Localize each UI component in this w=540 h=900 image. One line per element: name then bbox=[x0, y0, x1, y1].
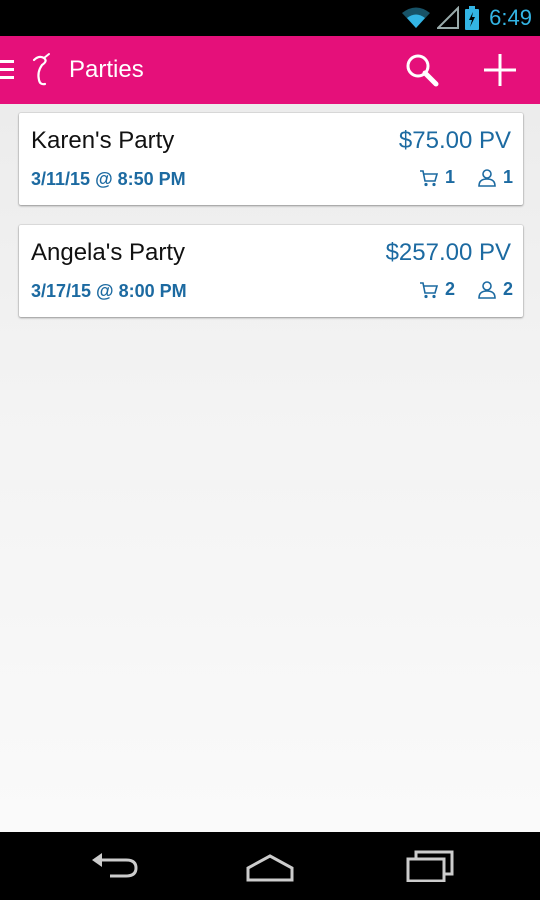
search-icon[interactable] bbox=[404, 52, 440, 88]
party-name: Angela's Party bbox=[31, 239, 185, 266]
person-icon bbox=[478, 280, 496, 299]
battery-charging-icon bbox=[465, 6, 480, 30]
party-card[interactable]: Angela's Party $257.00 PV 3/17/15 @ 8:00… bbox=[19, 225, 523, 317]
add-icon[interactable] bbox=[482, 52, 518, 88]
app-bar: Parties bbox=[0, 36, 540, 104]
status-bar: 6:49 bbox=[0, 0, 540, 36]
orders-count: 2 bbox=[444, 279, 455, 299]
cart-icon bbox=[419, 169, 439, 186]
orders-stat: 2 bbox=[419, 279, 455, 300]
party-stats: 2 2 bbox=[419, 279, 513, 300]
wifi-icon bbox=[402, 7, 431, 28]
party-pv: $257.00 PV bbox=[385, 239, 511, 266]
party-stats: 1 1 bbox=[419, 167, 513, 188]
party-name: Karen's Party bbox=[31, 127, 175, 154]
system-nav-bar bbox=[0, 832, 540, 900]
logo-icon[interactable] bbox=[30, 52, 52, 88]
guests-count: 2 bbox=[502, 279, 513, 299]
party-list: Karen's Party $75.00 PV 3/11/15 @ 8:50 P… bbox=[0, 104, 540, 832]
person-icon bbox=[478, 168, 496, 187]
orders-count: 1 bbox=[444, 167, 455, 187]
home-icon[interactable] bbox=[242, 850, 298, 882]
cart-icon bbox=[419, 281, 439, 298]
page-title: Parties bbox=[69, 56, 144, 83]
status-clock: 6:49 bbox=[489, 5, 532, 30]
signal-icon bbox=[437, 6, 460, 29]
recents-icon[interactable] bbox=[402, 850, 458, 882]
party-datetime: 3/17/15 @ 8:00 PM bbox=[31, 281, 187, 301]
guests-stat: 2 bbox=[477, 279, 513, 300]
party-card[interactable]: Karen's Party $75.00 PV 3/11/15 @ 8:50 P… bbox=[19, 113, 523, 205]
party-pv: $75.00 PV bbox=[398, 127, 511, 154]
back-icon[interactable] bbox=[86, 850, 142, 882]
menu-icon[interactable] bbox=[0, 58, 16, 82]
party-datetime: 3/11/15 @ 8:50 PM bbox=[31, 169, 186, 189]
guests-stat: 1 bbox=[477, 167, 513, 188]
guests-count: 1 bbox=[502, 167, 513, 187]
orders-stat: 1 bbox=[419, 167, 455, 188]
